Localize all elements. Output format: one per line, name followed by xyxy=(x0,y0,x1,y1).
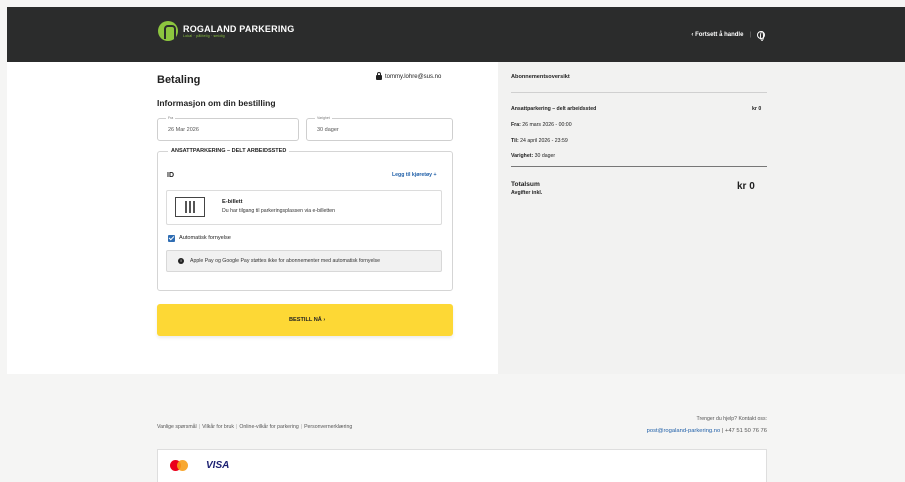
divider xyxy=(511,92,767,93)
globe-icon[interactable] xyxy=(757,31,765,41)
from-date-value: 26 Mar 2026 xyxy=(168,127,199,133)
footer-separator: | xyxy=(198,424,201,430)
e-ticket-description: Du har tilgang til parkeringsplassen via… xyxy=(222,208,336,214)
logo-title: ROGALAND PARKERING xyxy=(183,23,295,34)
footer-link-terms[interactable]: Vilkår for bruk xyxy=(202,424,234,430)
total-label: Totalsum xyxy=(511,181,540,188)
logo-tagline: Lokal · pålitelig · smidig xyxy=(183,33,225,38)
continue-shopping-link[interactable]: ‹ Fortsett å handle xyxy=(691,32,743,38)
fees-label: Avgifter inkl. xyxy=(511,190,543,196)
id-label: ID xyxy=(167,172,174,179)
overview-to: Til: 24 april 2026 - 23:59 xyxy=(511,138,568,144)
auto-renew-label[interactable]: Automatisk fornyelse xyxy=(179,235,231,241)
mastercard-icon xyxy=(170,460,188,471)
footer-link-faq[interactable]: Vanlige spørsmål xyxy=(157,424,197,430)
from-date-label: Fra xyxy=(166,116,176,120)
overview-from-key: Fra: xyxy=(511,122,521,128)
footer-separator: | xyxy=(300,424,303,430)
total-price: kr 0 xyxy=(737,181,755,192)
overview-product-price: kr 0 xyxy=(752,106,762,112)
overview-duration: Varighet: 30 dager xyxy=(511,153,555,159)
lock-icon xyxy=(376,72,382,80)
top-navigation-bar: ROGALAND PARKERING Lokal · pålitelig · s… xyxy=(7,7,905,62)
overview-product-name: Ansattparkering – delt arbeidssted xyxy=(511,106,597,112)
contact-email-link[interactable]: post@rogaland-parkering.no xyxy=(647,428,721,434)
logo-text: ROGALAND PARKERING Lokal · pålitelig · s… xyxy=(183,24,294,39)
payment-methods xyxy=(157,449,767,482)
overview-to-key: Til: xyxy=(511,138,519,144)
footer-separator: | xyxy=(235,424,238,430)
overview-from: Fra: 26 mars 2026 - 00:00 xyxy=(511,122,572,128)
help-text: Trenger du hjelp? Kontakt oss: xyxy=(696,416,767,422)
overview-to-value: 24 april 2026 - 23:59 xyxy=(520,138,568,144)
footer-links: Vanlige spørsmål | Vilkår for bruk | Online-… xyxy=(157,424,352,430)
info-icon: ! xyxy=(178,258,184,264)
divider xyxy=(511,166,767,167)
footer-link-online-terms[interactable]: Online-vilkår for parkering xyxy=(239,424,298,430)
contact-info: post@rogaland-parkering.no | +47 51 50 7… xyxy=(647,428,767,434)
separator: | xyxy=(749,32,751,38)
user-email: tommy.lohre@sus.no xyxy=(376,72,442,80)
info-notice-text: Apple Pay og Google Pay støttes ikke for… xyxy=(190,258,381,264)
qr-code-icon xyxy=(175,197,205,217)
duration-field[interactable]: Varighet 30 dager xyxy=(306,116,453,141)
visa-logo: VISA xyxy=(206,460,230,471)
add-vehicle-link[interactable]: Legg til kjøretøy + xyxy=(392,172,437,178)
overview-from-value: 26 mars 2026 - 00:00 xyxy=(522,122,572,128)
logo[interactable]: ROGALAND PARKERING Lokal · pålitelig · s… xyxy=(158,21,294,41)
contact-phone: | +47 51 50 76 76 xyxy=(720,428,767,434)
auto-renew-checkbox[interactable] xyxy=(168,235,175,242)
overview-title: Abonnementsoversikt xyxy=(511,74,570,80)
top-right-actions: ‹ Fortsett å handle | xyxy=(691,31,765,41)
product-title: ANSATTPARKERING – DELT ARBEIDSSTED xyxy=(168,148,290,154)
e-ticket-title: E-billett xyxy=(222,199,243,205)
duration-value: 30 dager xyxy=(317,127,339,133)
page-title: Betaling xyxy=(157,74,201,86)
logo-icon xyxy=(158,21,178,41)
order-info-heading: Informasjon om din bestilling xyxy=(157,98,276,108)
email-text: tommy.lohre@sus.no xyxy=(385,73,442,80)
from-date-field[interactable]: Fra 26 Mar 2026 xyxy=(157,116,299,141)
duration-label: Varighet xyxy=(315,116,332,120)
order-now-label[interactable]: BESTILL NÅ › xyxy=(289,317,325,323)
overview-duration-value: 30 dager xyxy=(534,153,556,159)
overview-duration-key: Varighet: xyxy=(511,153,534,159)
footer-link-privacy[interactable]: Personvernerklæring xyxy=(304,424,352,430)
